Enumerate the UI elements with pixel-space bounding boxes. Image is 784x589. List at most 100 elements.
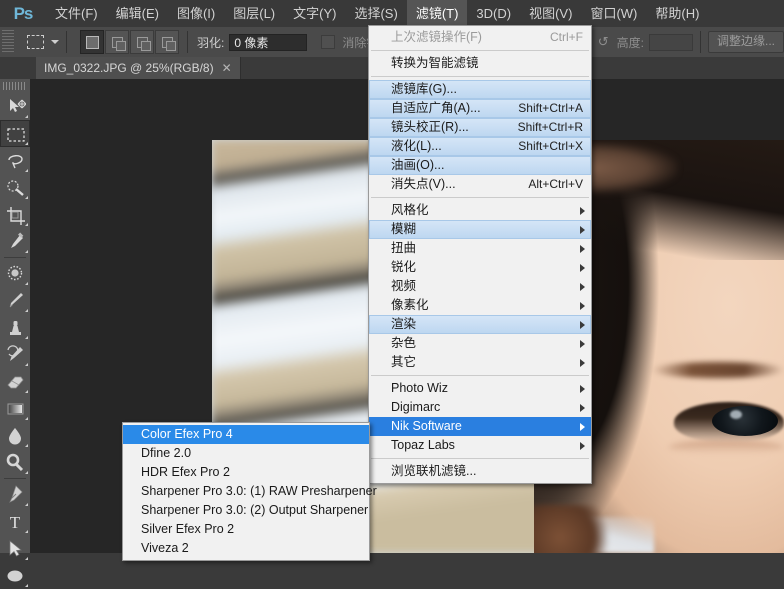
menu-item[interactable]: Nik Software xyxy=(369,417,591,436)
menu-item[interactable]: 滤镜库(G)... xyxy=(369,80,591,99)
document-tab[interactable]: IMG_0322.JPG @ 25%(RGB/8) ✕ xyxy=(36,57,241,79)
menu-item[interactable]: 模糊 xyxy=(369,220,591,239)
menu-bar: Ps 文件(F)编辑(E)图像(I)图层(L)文字(Y)选择(S)滤镜(T)3D… xyxy=(0,0,784,27)
spot-healing-brush-tool[interactable] xyxy=(0,260,30,287)
photoshop-logo-icon: Ps xyxy=(0,0,46,27)
nik-software-submenu[interactable]: Color Efex Pro 4Dfine 2.0HDR Efex Pro 2S… xyxy=(122,422,370,561)
menu-1[interactable]: 编辑(E) xyxy=(107,0,168,27)
menu-item-shortcut: Ctrl+F xyxy=(550,28,585,47)
menu-item-label: Color Efex Pro 4 xyxy=(141,425,363,444)
height-input[interactable] xyxy=(649,34,693,51)
menu-separator xyxy=(371,197,589,198)
menu-item[interactable]: 风格化 xyxy=(369,201,591,220)
new-selection-button[interactable] xyxy=(80,30,104,54)
menu-item-label: 视频 xyxy=(391,277,572,296)
refine-edge-button[interactable]: 调整边缘... xyxy=(708,31,784,53)
tools-list: T xyxy=(0,79,30,589)
crop-tool[interactable] xyxy=(0,201,30,228)
menu-item[interactable]: 自适应广角(A)...Shift+Ctrl+A xyxy=(369,99,591,118)
submenu-arrow-icon xyxy=(580,264,585,272)
menu-item-label: Sharpener Pro 3.0: (1) RAW Presharpener xyxy=(141,482,377,501)
menu-9[interactable]: 窗口(W) xyxy=(581,0,646,27)
quick-selection-tool[interactable] xyxy=(0,174,30,201)
menu-4[interactable]: 文字(Y) xyxy=(284,0,345,27)
clone-stamp-tool[interactable] xyxy=(0,314,30,341)
menu-item[interactable]: Sharpener Pro 3.0: (1) RAW Presharpener xyxy=(123,482,369,501)
menu-item[interactable]: 镜头校正(R)...Shift+Ctrl+R xyxy=(369,118,591,137)
brush-tool[interactable] xyxy=(0,287,30,314)
options-bar-grip[interactable] xyxy=(2,30,14,54)
menu-item[interactable]: HDR Efex Pro 2 xyxy=(123,463,369,482)
menu-item-label: HDR Efex Pro 2 xyxy=(141,463,363,482)
feather-input[interactable]: 0 像素 xyxy=(229,34,307,51)
menu-item-label: 扭曲 xyxy=(391,239,572,258)
filter-menu-dropdown[interactable]: 上次滤镜操作(F)Ctrl+F转换为智能滤镜滤镜库(G)...自适应广角(A).… xyxy=(368,25,592,484)
blur-tool[interactable] xyxy=(0,422,30,449)
pen-tool[interactable] xyxy=(0,481,30,508)
menu-item[interactable]: Silver Efex Pro 2 xyxy=(123,520,369,539)
subtract-from-selection-button[interactable] xyxy=(130,30,154,54)
antialias-checkbox[interactable] xyxy=(321,35,335,49)
menu-item[interactable]: 视频 xyxy=(369,277,591,296)
rectangular-marquee-tool[interactable] xyxy=(0,120,30,147)
gradient-tool[interactable] xyxy=(0,395,30,422)
add-to-selection-button[interactable] xyxy=(105,30,129,54)
menu-item-label: 模糊 xyxy=(391,220,572,239)
menu-item[interactable]: Dfine 2.0 xyxy=(123,444,369,463)
menu-item-label: 像素化 xyxy=(391,296,572,315)
chevron-down-icon[interactable] xyxy=(51,40,59,44)
menu-item-label: Photo Wiz xyxy=(391,379,572,398)
menu-item[interactable]: 锐化 xyxy=(369,258,591,277)
menu-item[interactable]: 扭曲 xyxy=(369,239,591,258)
menu-item[interactable]: 转换为智能滤镜 xyxy=(369,54,591,73)
eraser-tool[interactable] xyxy=(0,368,30,395)
submenu-arrow-icon xyxy=(580,340,585,348)
history-brush-tool[interactable] xyxy=(0,341,30,368)
tools-group-separator xyxy=(4,478,26,479)
menu-item[interactable]: Sharpener Pro 3.0: (2) Output Sharpener xyxy=(123,501,369,520)
path-selection-tool[interactable] xyxy=(0,535,30,562)
menu-5[interactable]: 选择(S) xyxy=(345,0,406,27)
menu-item[interactable]: 浏览联机滤镜... xyxy=(369,462,591,481)
menu-item[interactable]: 液化(L)...Shift+Ctrl+X xyxy=(369,137,591,156)
menu-item[interactable]: Color Efex Pro 4 xyxy=(123,425,369,444)
menu-0[interactable]: 文件(F) xyxy=(46,0,107,27)
horizontal-type-tool[interactable]: T xyxy=(0,508,30,535)
menu-item[interactable]: 油画(O)... xyxy=(369,156,591,175)
menu-item-label: 液化(L)... xyxy=(391,137,518,156)
intersect-selection-button[interactable] xyxy=(155,30,179,54)
menu-item[interactable]: Viveza 2 xyxy=(123,539,369,558)
menu-item[interactable]: Digimarc xyxy=(369,398,591,417)
menu-separator xyxy=(371,50,589,51)
menu-item-label: Sharpener Pro 3.0: (2) Output Sharpener xyxy=(141,501,368,520)
menu-item[interactable]: 渲染 xyxy=(369,315,591,334)
eyedropper-tool[interactable] xyxy=(0,228,30,255)
height-label: 高度: xyxy=(617,34,644,51)
dodge-tool[interactable] xyxy=(0,449,30,476)
menu-item[interactable]: 消失点(V)...Alt+Ctrl+V xyxy=(369,175,591,194)
options-divider xyxy=(66,31,67,53)
ellipse-tool[interactable] xyxy=(0,562,30,589)
move-tool[interactable] xyxy=(0,93,30,120)
menu-item-label: 杂色 xyxy=(391,334,572,353)
tools-panel-grip[interactable] xyxy=(3,82,27,90)
menu-separator xyxy=(371,76,589,77)
menu-item[interactable]: Photo Wiz xyxy=(369,379,591,398)
menu-7[interactable]: 3D(D) xyxy=(467,0,520,27)
menu-8[interactable]: 视图(V) xyxy=(520,0,581,27)
menu-item[interactable]: 其它 xyxy=(369,353,591,372)
menu-10[interactable]: 帮助(H) xyxy=(646,0,708,27)
lasso-tool[interactable] xyxy=(0,147,30,174)
marquee-tool-icon[interactable] xyxy=(24,31,46,53)
menu-item-label: 渲染 xyxy=(391,315,572,334)
submenu-arrow-icon xyxy=(580,226,585,234)
menu-item[interactable]: Topaz Labs xyxy=(369,436,591,455)
menu-item[interactable]: 像素化 xyxy=(369,296,591,315)
menu-2[interactable]: 图像(I) xyxy=(168,0,224,27)
menu-item[interactable]: 杂色 xyxy=(369,334,591,353)
menu-6[interactable]: 滤镜(T) xyxy=(407,0,468,27)
menu-3[interactable]: 图层(L) xyxy=(224,0,284,27)
refresh-icon[interactable]: ↺ xyxy=(598,34,609,50)
close-icon[interactable]: ✕ xyxy=(222,61,232,75)
selection-mode-group xyxy=(80,30,180,54)
